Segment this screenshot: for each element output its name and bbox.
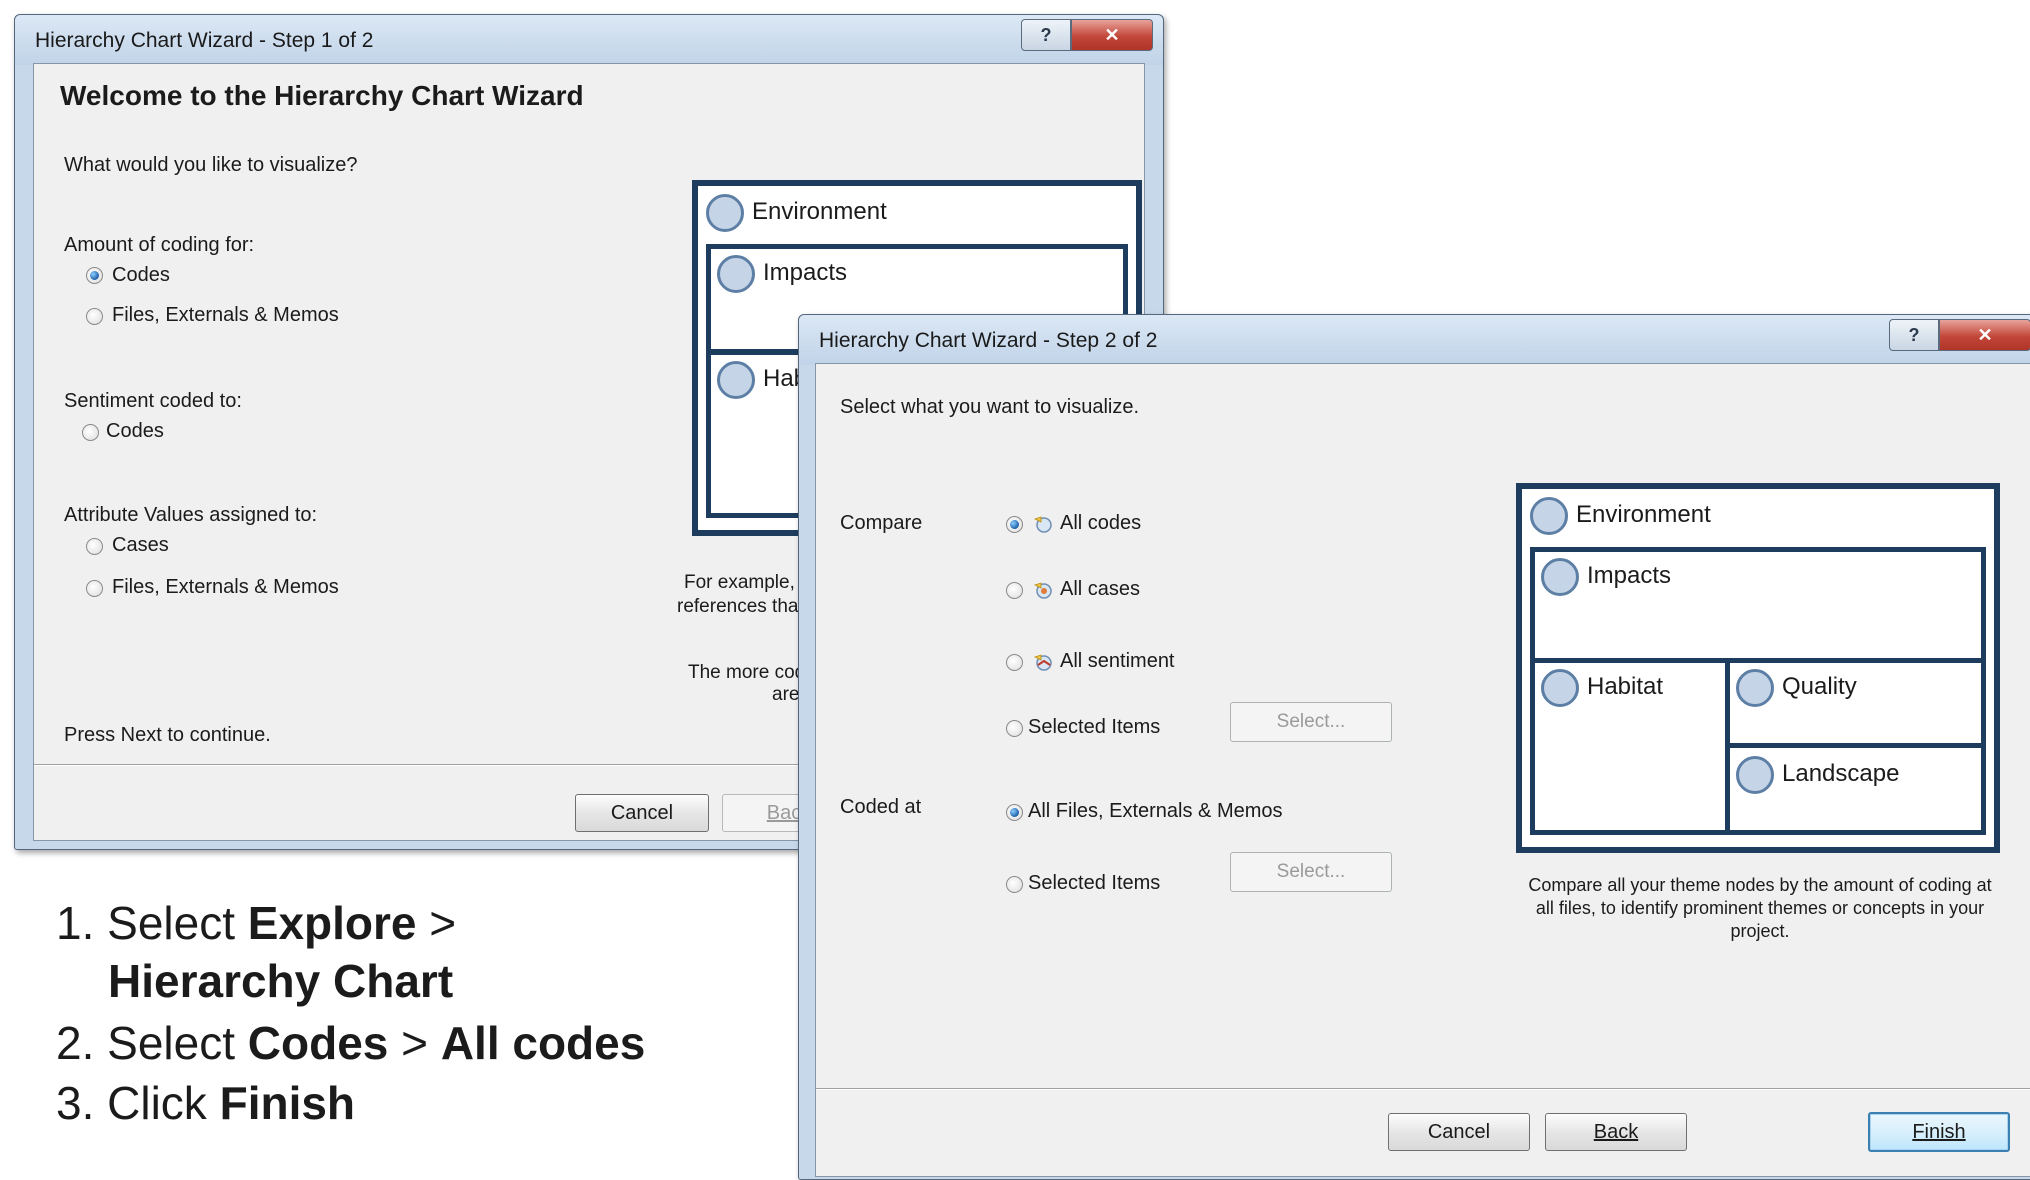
radio-attribute-files[interactable] (86, 580, 103, 597)
step2-bold-codes: Codes (247, 1017, 389, 1069)
window-title: Hierarchy Chart Wizard - Step 1 of 2 (35, 29, 374, 52)
close-icon: ✕ (1977, 324, 1993, 345)
step2-separator: > (388, 1017, 441, 1069)
close-button[interactable]: ✕ (1071, 19, 1153, 51)
option-cases-label[interactable]: Cases (112, 534, 169, 557)
hierarchy-preview: Environment Impacts Habitat Quality Land… (1516, 483, 2000, 853)
page-title: Welcome to the Hierarchy Chart Wizard (60, 80, 584, 111)
step3-text: 3. Click (56, 1077, 220, 1129)
instruction-step-1-line2: Hierarchy Chart (108, 954, 453, 1008)
all-cases-label[interactable]: All cases (1060, 578, 1140, 601)
habitat-node-icon (1541, 669, 1579, 707)
instruction-step-1: 1. Select Explore > (56, 896, 456, 950)
instruction-step-2: 2. Select Codes > All codes (56, 1016, 645, 1070)
help-button[interactable]: ? (1021, 19, 1071, 51)
help-button[interactable]: ? (1889, 319, 1939, 351)
instruction-step-3: 3. Click Finish (56, 1076, 355, 1130)
quality-cell: Quality (1725, 658, 1986, 748)
radio-all-sentiment[interactable] (1006, 654, 1023, 671)
radio-amount-codes[interactable] (86, 267, 103, 284)
option-codes-label[interactable]: Codes (112, 264, 170, 287)
select-items-button[interactable]: Select... (1230, 702, 1392, 742)
radio-all-files[interactable] (1006, 804, 1023, 821)
window-title: Hierarchy Chart Wizard - Step 2 of 2 (819, 329, 1158, 352)
quality-node-icon (1736, 669, 1774, 707)
coded-at-label: Coded at (840, 796, 922, 818)
impacts-node-icon (1541, 558, 1579, 596)
impacts-node-icon (717, 255, 755, 293)
environment-label: Environment (752, 198, 887, 225)
finish-button[interactable]: Finish (1868, 1112, 2010, 1152)
radio-selected-items[interactable] (1006, 720, 1023, 737)
cancel-button[interactable]: Cancel (1388, 1113, 1530, 1151)
option-sentiment-codes-label[interactable]: Codes (106, 420, 164, 443)
habitat-node-icon (717, 361, 755, 399)
finish-button-label: Finish (1912, 1120, 1966, 1143)
all-codes-label[interactable]: All codes (1060, 512, 1141, 535)
wizard-step2-window: Hierarchy Chart Wizard - Step 2 of 2 ? ✕… (798, 314, 2030, 1180)
step1-bold-line2: Hierarchy Chart (108, 955, 454, 1007)
more-text: The more cod (688, 662, 806, 683)
landscape-node-icon (1736, 756, 1774, 794)
environment-label: Environment (1576, 501, 1711, 528)
example-text: For example, s (684, 572, 810, 593)
select-coded-items-button[interactable]: Select... (1230, 852, 1392, 892)
impacts-label: Impacts (1587, 562, 1672, 589)
step2-bold-all-codes: All codes (440, 1017, 646, 1069)
all-sentiment-label[interactable]: All sentiment (1060, 650, 1175, 673)
sentiment-icon (1033, 654, 1052, 671)
option-files-label[interactable]: Files, Externals & Memos (112, 304, 339, 327)
step1-separator: > (416, 897, 457, 949)
radio-amount-files[interactable] (86, 308, 103, 325)
coded-selected-items-label[interactable]: Selected Items (1028, 872, 1160, 895)
codes-icon (1033, 516, 1052, 533)
footer-separator (816, 1088, 2030, 1090)
close-button[interactable]: ✕ (1939, 319, 2030, 351)
instruction-label: Select what you want to visualize. (840, 396, 1140, 418)
all-files-label[interactable]: All Files, Externals & Memos (1028, 800, 1283, 823)
selected-items-label[interactable]: Selected Items (1028, 716, 1160, 739)
landscape-label: Landscape (1782, 760, 1900, 787)
attribute-label: Attribute Values assigned to: (64, 504, 318, 526)
radio-sentiment-codes[interactable] (82, 424, 99, 441)
press-next-label: Press Next to continue. (64, 724, 271, 746)
step2-text: 2. Select (56, 1017, 248, 1069)
cases-icon (1033, 582, 1052, 599)
preview-caption: Compare all your theme nodes by the amou… (1528, 875, 1992, 941)
are-text: are (772, 684, 800, 705)
help-icon: ? (1908, 324, 1920, 345)
impacts-cell: Impacts Habitat Quality Landscape (1530, 547, 1986, 835)
back-button[interactable]: Back (1545, 1113, 1687, 1151)
radio-attribute-cases[interactable] (86, 538, 103, 555)
close-icon: ✕ (1104, 24, 1120, 45)
step1-bold: Explore (247, 897, 417, 949)
question-label: What would you like to visualize? (64, 154, 358, 176)
cancel-button[interactable]: Cancel (575, 794, 709, 832)
back-button-label: Back (1593, 1120, 1639, 1143)
step1-text: 1. Select (56, 897, 248, 949)
habitat-label: Habitat (1587, 673, 1664, 700)
step3-bold: Finish (219, 1077, 356, 1129)
help-icon: ? (1040, 24, 1052, 45)
habitat-cell: Habitat (1530, 658, 1730, 835)
radio-all-cases[interactable] (1006, 582, 1023, 599)
option-attr-files-label[interactable]: Files, Externals & Memos (112, 576, 339, 599)
environment-node-icon (1530, 497, 1568, 535)
references-text: references thar (677, 596, 805, 617)
title-bar[interactable]: Hierarchy Chart Wizard - Step 2 of 2 ? ✕ (799, 315, 2030, 365)
radio-coded-selected-items[interactable] (1006, 876, 1023, 893)
compare-label: Compare (840, 512, 923, 534)
quality-label: Quality (1782, 673, 1857, 700)
title-bar[interactable]: Hierarchy Chart Wizard - Step 1 of 2 ? ✕ (15, 15, 1163, 65)
wizard-body: Select what you want to visualize. Compa… (815, 363, 2030, 1177)
amount-label: Amount of coding for: (64, 234, 255, 256)
sentiment-label: Sentiment coded to: (64, 390, 242, 412)
environment-node-icon (706, 194, 744, 232)
landscape-cell: Landscape (1725, 743, 1986, 835)
impacts-label: Impacts (763, 259, 848, 286)
radio-all-codes[interactable] (1006, 516, 1023, 533)
